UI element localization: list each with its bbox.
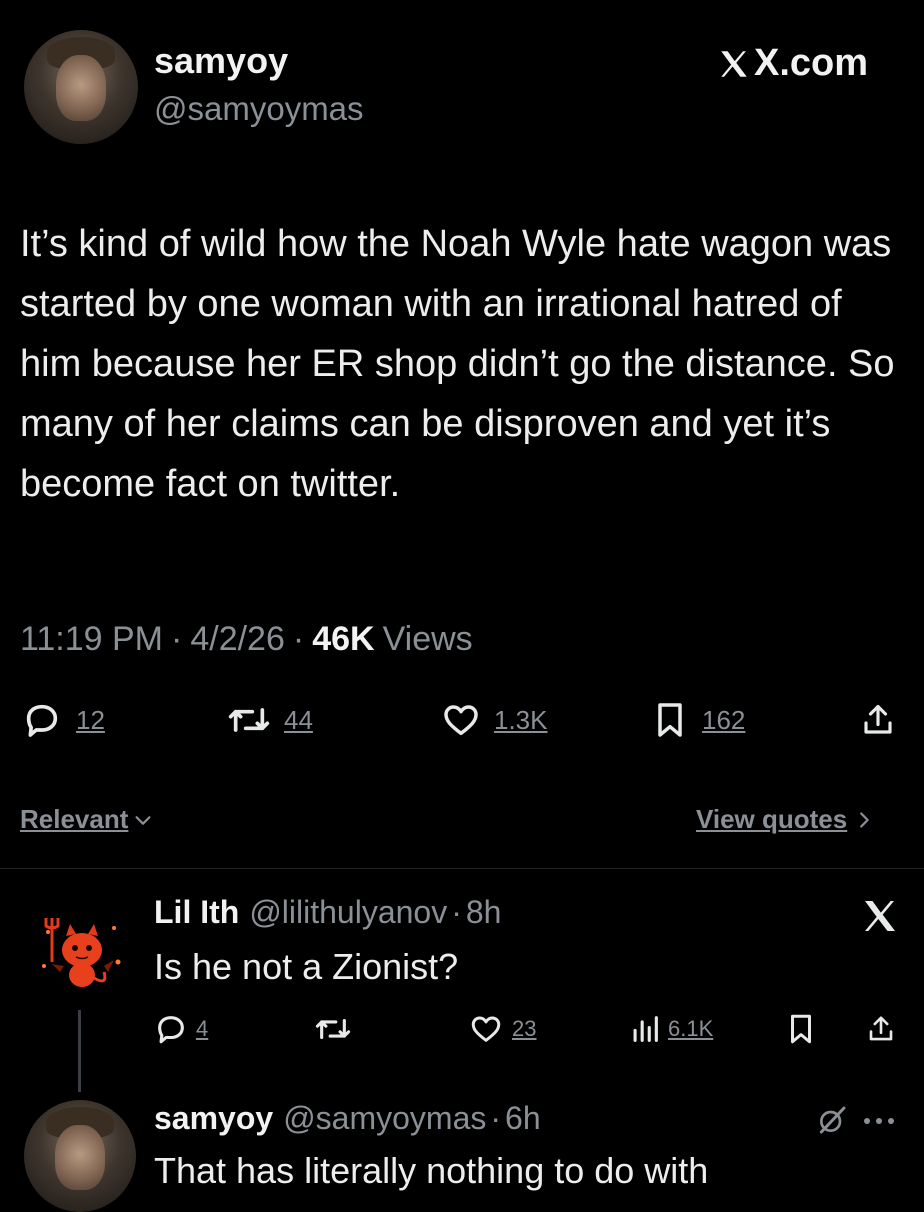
like-icon <box>471 1016 501 1042</box>
reply1-like-button[interactable]: 23 <box>468 1012 536 1046</box>
reply1-views-count[interactable]: 6.1K <box>668 1016 713 1042</box>
reply1-share-button[interactable] <box>866 1012 896 1046</box>
reply1-like-count[interactable]: 23 <box>512 1016 536 1042</box>
reply-count[interactable]: 12 <box>76 705 105 736</box>
share-icon <box>864 704 892 734</box>
source-text: X.com <box>754 42 869 84</box>
post-time[interactable]: 11:19 PM <box>20 620 163 659</box>
reply-button[interactable]: 12 <box>22 700 105 740</box>
chevron-down-icon <box>135 815 151 825</box>
bookmark-count[interactable]: 162 <box>702 705 745 736</box>
post-text: It’s kind of wild how the Noah Wyle hate… <box>20 223 895 505</box>
reply-icon <box>26 704 58 737</box>
repost-icon <box>228 708 270 732</box>
sort-label: Relevant <box>20 804 129 834</box>
reply2-name[interactable]: samyoy <box>154 1100 273 1137</box>
reply2-header: samyoy @samyoymas · 6h <box>154 1100 541 1137</box>
share-button[interactable] <box>860 700 896 740</box>
view-quotes-label: View quotes <box>696 804 848 834</box>
reply1-handle[interactable]: @lilithulyanov <box>249 894 447 931</box>
view-quotes-link[interactable]: View quotes <box>696 804 875 835</box>
thread-line <box>78 1010 81 1092</box>
reply2-handle[interactable]: @samyoymas <box>283 1100 486 1137</box>
views-icon <box>633 1016 658 1042</box>
reply1-views-button[interactable]: 6.1K <box>628 1012 713 1046</box>
grok-icon <box>819 1106 846 1134</box>
repost-button[interactable]: 44 <box>226 700 313 740</box>
reply1-header: Lil Ith @lilithulyanov · 8h <box>154 894 501 931</box>
bookmark-icon <box>791 1014 811 1044</box>
more-icon <box>864 1118 894 1124</box>
x-logo-icon <box>721 50 747 77</box>
reply2-separator: · <box>490 1100 502 1136</box>
repost-count[interactable]: 44 <box>284 705 313 736</box>
reply1-name[interactable]: Lil Ith <box>154 894 239 931</box>
reply2-text: That has literally nothing to do with <box>154 1150 709 1191</box>
reply1-age[interactable]: 8h <box>466 894 502 931</box>
repost-icon <box>315 1018 351 1040</box>
devil-avatar-icon <box>42 918 121 987</box>
like-count[interactable]: 1.3K <box>494 705 548 736</box>
divider <box>0 868 924 869</box>
sort-dropdown[interactable]: Relevant <box>20 804 154 835</box>
views-label: Views <box>382 620 473 658</box>
reply1-bookmark-button[interactable] <box>786 1012 816 1046</box>
author-handle[interactable]: @samyoymas <box>154 90 364 128</box>
meta-separator: · <box>171 620 183 658</box>
reply1-separator: · <box>451 894 462 930</box>
views-count: 46K <box>312 620 375 658</box>
like-icon <box>444 705 478 736</box>
reply1-reply-button[interactable]: 4 <box>154 1012 208 1046</box>
reply-icon <box>158 1016 184 1044</box>
reply1-text: Is he not a Zionist? <box>154 946 459 987</box>
author-avatar[interactable] <box>24 30 138 144</box>
reply1-reply-count[interactable]: 4 <box>196 1016 208 1042</box>
reply1-avatar[interactable] <box>30 900 130 1000</box>
reply1-repost-button[interactable] <box>314 1012 352 1046</box>
reply2-avatar[interactable] <box>24 1100 136 1212</box>
bookmark-button[interactable]: 162 <box>652 700 745 740</box>
bookmark-icon <box>658 703 682 737</box>
share-icon <box>869 1016 893 1041</box>
more-button[interactable] <box>862 1116 896 1126</box>
post-meta: 11:19 PM · 4/2/26 · 46K Views <box>20 620 473 659</box>
meta-separator: · <box>292 620 305 658</box>
reply1-x-logo[interactable] <box>860 896 900 936</box>
reply2-age[interactable]: 6h <box>505 1100 541 1137</box>
chevron-right-icon <box>860 811 870 828</box>
source-label: X.com <box>716 42 868 85</box>
grok-button[interactable] <box>816 1104 848 1136</box>
post-date[interactable]: 4/2/26 <box>190 620 285 659</box>
like-button[interactable]: 1.3K <box>440 700 548 740</box>
author-name[interactable]: samyoy <box>154 40 288 82</box>
x-logo-icon <box>865 901 895 931</box>
